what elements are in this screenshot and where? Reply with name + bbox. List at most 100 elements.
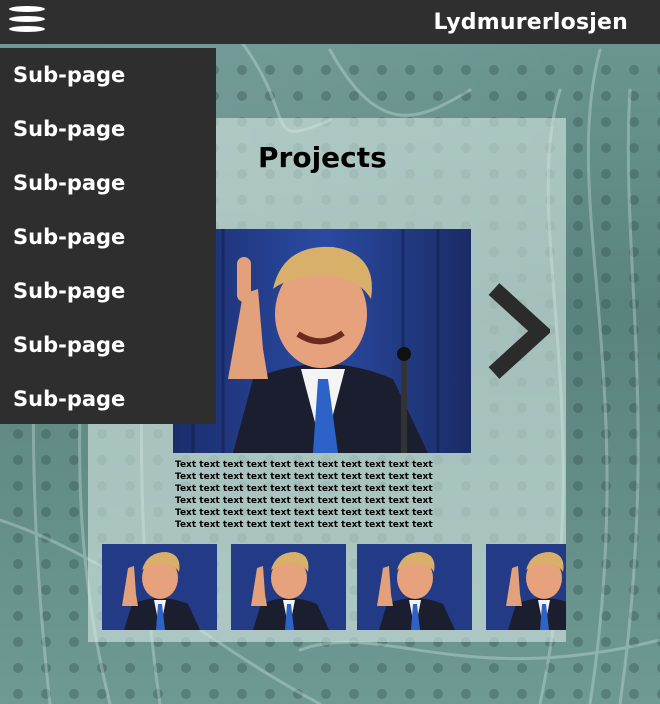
patchbay-hole	[69, 533, 79, 543]
menu-item-subpage-3[interactable]: Sub-page	[0, 156, 216, 210]
patchbay-hole	[69, 689, 79, 699]
patchbay-hole	[545, 689, 555, 699]
patchbay-hole	[209, 663, 219, 673]
patchbay-hole	[41, 585, 51, 595]
thumbnail-2[interactable]	[231, 544, 346, 630]
patchbay-hole	[349, 689, 359, 699]
patchbay-hole	[181, 663, 191, 673]
patchbay-hole	[69, 455, 79, 465]
patchbay-hole	[181, 689, 191, 699]
patchbay-hole	[433, 65, 443, 75]
patchbay-hole	[349, 65, 359, 75]
patchbay-hole	[405, 65, 415, 75]
patchbay-hole	[573, 91, 583, 101]
patchbay-hole	[461, 663, 471, 673]
patchbay-hole	[489, 65, 499, 75]
patchbay-hole	[209, 689, 219, 699]
menu-item-subpage-7[interactable]: Sub-page	[0, 372, 216, 426]
main-project-image[interactable]	[173, 229, 471, 453]
patchbay-hole	[13, 559, 23, 569]
patchbay-hole	[545, 91, 555, 101]
thumbnail-3[interactable]	[357, 544, 472, 630]
patchbay-hole	[405, 91, 415, 101]
menu-item-subpage-5[interactable]: Sub-page	[0, 264, 216, 318]
patchbay-hole	[293, 65, 303, 75]
description-line: Text text text text text text text text …	[175, 483, 433, 494]
patchbay-hole	[13, 533, 23, 543]
menu-item-subpage-1[interactable]: Sub-page	[0, 48, 216, 102]
patchbay-hole	[573, 533, 583, 543]
patchbay-hole	[237, 65, 247, 75]
patchbay-hole	[41, 455, 51, 465]
patchbay-hole	[405, 689, 415, 699]
patchbay-hole	[13, 455, 23, 465]
patchbay-hole	[377, 91, 387, 101]
patchbay-hole	[629, 117, 639, 127]
patchbay-hole	[517, 689, 527, 699]
patchbay-hole	[41, 559, 51, 569]
patchbay-hole	[573, 325, 583, 335]
patchbay-hole	[629, 65, 639, 75]
patchbay-hole	[601, 273, 611, 283]
patchbay-hole	[517, 65, 527, 75]
patchbay-hole	[573, 195, 583, 205]
chevron-right-icon[interactable]	[486, 283, 550, 379]
patchbay-hole	[573, 299, 583, 309]
menu-item-subpage-4[interactable]: Sub-page	[0, 210, 216, 264]
thumbnail-1[interactable]	[102, 544, 217, 630]
menu-item-subpage-2[interactable]: Sub-page	[0, 102, 216, 156]
thumbnail-4[interactable]	[486, 544, 566, 630]
patchbay-hole	[69, 611, 79, 621]
patchbay-hole	[41, 507, 51, 517]
site-title[interactable]: Lydmurerlosjen	[434, 10, 629, 35]
patchbay-hole	[629, 689, 639, 699]
patchbay-hole	[573, 169, 583, 179]
patchbay-hole	[601, 143, 611, 153]
patchbay-hole	[237, 663, 247, 673]
patchbay-hole	[573, 585, 583, 595]
patchbay-hole	[13, 689, 23, 699]
patchbay-hole	[433, 91, 443, 101]
patchbay-hole	[573, 221, 583, 231]
menu-item-subpage-6[interactable]: Sub-page	[0, 318, 216, 372]
patchbay-hole	[293, 663, 303, 673]
patchbay-hole	[489, 663, 499, 673]
patchbay-hole	[517, 91, 527, 101]
patchbay-hole	[69, 585, 79, 595]
subpage-menu: Sub-page Sub-page Sub-page Sub-page Sub-…	[0, 48, 216, 424]
patchbay-hole	[573, 559, 583, 569]
patchbay-hole	[321, 91, 331, 101]
patchbay-hole	[13, 481, 23, 491]
patchbay-hole	[293, 91, 303, 101]
project-description: Text text text text text text text text …	[175, 460, 475, 531]
patchbay-hole	[573, 689, 583, 699]
hamburger-line	[9, 16, 45, 22]
hamburger-icon[interactable]	[9, 6, 45, 32]
patchbay-hole	[237, 91, 247, 101]
patchbay-hole	[601, 221, 611, 231]
patchbay-hole	[321, 663, 331, 673]
patchbay-hole	[321, 65, 331, 75]
patchbay-hole	[13, 507, 23, 517]
patchbay-hole	[573, 507, 583, 517]
patchbay-hole	[13, 429, 23, 439]
patchbay-hole	[573, 247, 583, 257]
patchbay-hole	[125, 663, 135, 673]
patchbay-hole	[573, 637, 583, 647]
description-line: Text text text text text text text text …	[175, 519, 433, 530]
patchbay-hole	[601, 91, 611, 101]
patchbay-hole	[377, 689, 387, 699]
patchbay-hole	[629, 169, 639, 179]
patchbay-hole	[573, 481, 583, 491]
patchbay-hole	[69, 481, 79, 491]
patchbay-hole	[573, 143, 583, 153]
patchbay-hole	[41, 429, 51, 439]
patchbay-hole	[489, 689, 499, 699]
patchbay-hole	[349, 91, 359, 101]
patchbay-hole	[573, 455, 583, 465]
patchbay-hole	[13, 663, 23, 673]
patchbay-hole	[573, 273, 583, 283]
patchbay-hole	[629, 663, 639, 673]
patchbay-hole	[601, 637, 611, 647]
patchbay-hole	[433, 689, 443, 699]
